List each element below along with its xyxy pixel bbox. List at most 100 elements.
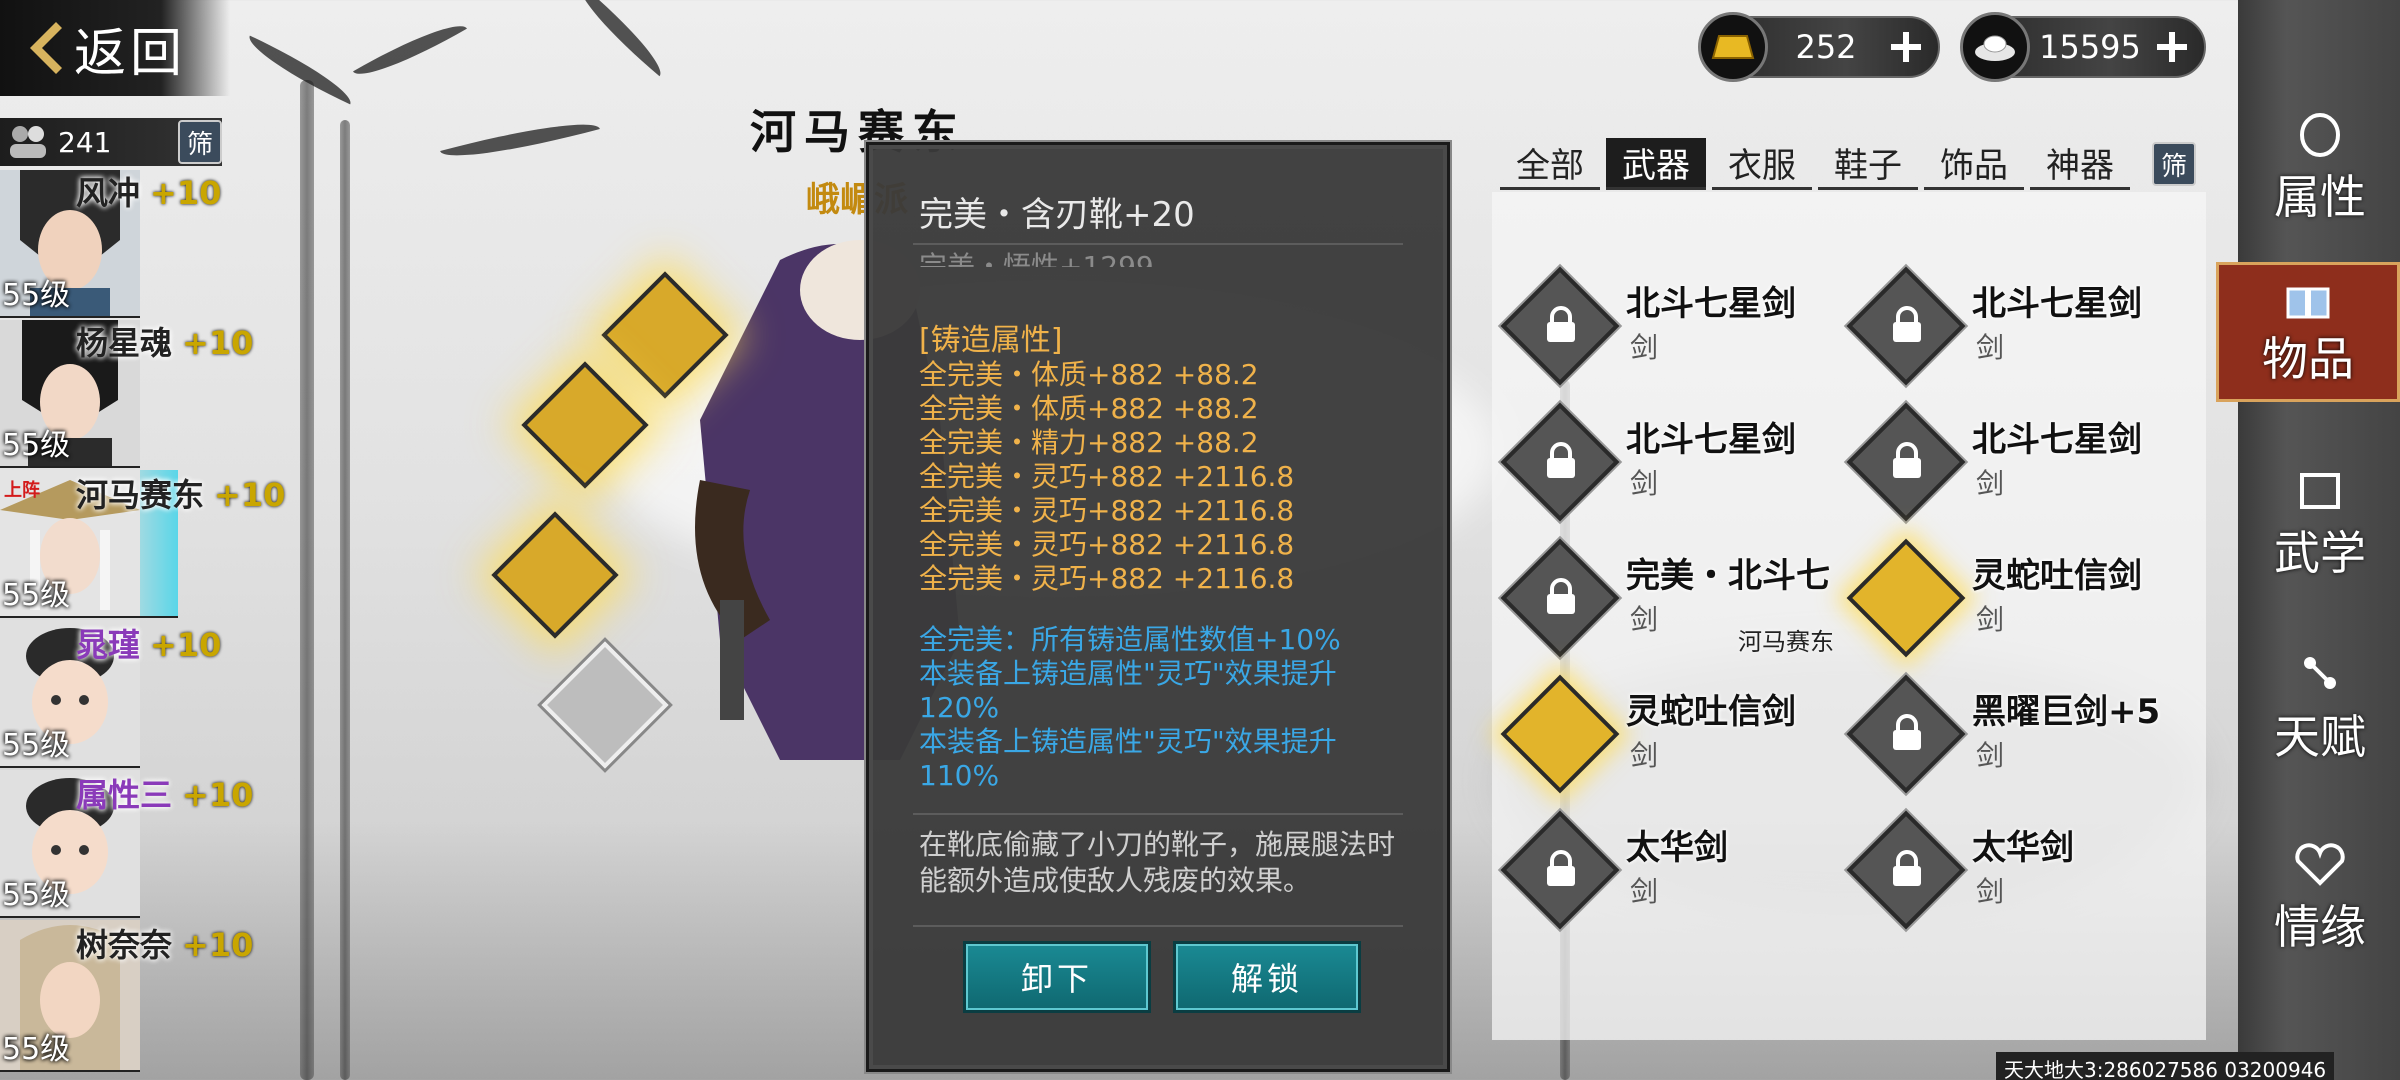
menu-relations[interactable]: 情缘 xyxy=(2250,830,2390,970)
menu-attributes[interactable]: 属性 xyxy=(2250,100,2390,240)
item-name: 灵蛇吐信剑 xyxy=(1972,556,2142,596)
unequip-button[interactable]: 卸下 xyxy=(963,941,1151,1013)
item-type: 剑 xyxy=(1630,875,1659,908)
hero-name-0: 风冲 +10 xyxy=(76,174,222,212)
people-icon xyxy=(10,126,46,158)
hero-level: 55级 xyxy=(2,878,71,913)
item-name: 太华剑 xyxy=(1626,828,1728,868)
menu-label: 物品 xyxy=(2262,332,2354,386)
lock-icon xyxy=(1893,306,1921,342)
lock-icon xyxy=(1893,714,1921,750)
item-name: 北斗七星剑 xyxy=(1972,284,2142,324)
item-type: 剑 xyxy=(1630,739,1659,772)
menu-items[interactable]: 物品 xyxy=(2216,262,2400,402)
equipped-by-label: 河马赛东 xyxy=(1738,628,1834,656)
gold-ingot-icon xyxy=(1698,12,1768,82)
plus-icon xyxy=(1891,32,1921,62)
chevron-left-icon xyxy=(30,22,62,74)
bonus-line: 本装备上铸造属性"灵巧"效果提升120% xyxy=(919,657,1337,724)
lock-icon xyxy=(1547,578,1575,614)
roster-filter-button[interactable]: 筛 xyxy=(178,120,222,164)
lock-icon xyxy=(1547,306,1575,342)
item-name: 北斗七星剑 xyxy=(1626,284,1796,324)
inventory-item-equipped[interactable]: 灵蛇吐信剑 剑 xyxy=(1846,536,2186,666)
tab-shoes[interactable]: 鞋子 xyxy=(1818,138,1918,190)
inventory-item[interactable]: 黑曜巨剑+5 剑 xyxy=(1846,672,2186,802)
server-id-label: 天大地大3:286027586 03200946 xyxy=(1996,1052,2335,1080)
unlock-button[interactable]: 解锁 xyxy=(1173,941,1361,1013)
inventory-item[interactable]: 北斗七星剑 剑 xyxy=(1500,400,1840,530)
lock-icon xyxy=(1893,442,1921,478)
gift-box-icon xyxy=(2286,287,2330,319)
lock-icon xyxy=(1547,850,1575,886)
tab-accessories[interactable]: 饰品 xyxy=(1924,138,2024,190)
item-title: 完美・含刃靴+20 xyxy=(919,195,1195,235)
add-gold-button[interactable] xyxy=(1884,25,1928,69)
item-frame xyxy=(1500,674,1620,794)
menu-label: 属性 xyxy=(2274,170,2366,224)
inventory-item[interactable]: 太华剑 剑 xyxy=(1500,808,1840,938)
inventory-item[interactable]: 北斗七星剑 剑 xyxy=(1846,400,2186,530)
tab-clothes[interactable]: 衣服 xyxy=(1712,138,1812,190)
item-type: 剑 xyxy=(1976,467,2005,500)
inventory-item[interactable]: 北斗七星剑 剑 xyxy=(1500,264,1840,394)
roster-count: 241 xyxy=(58,125,112,159)
hero-level: 55级 xyxy=(2,578,71,613)
deployed-tag: 上阵 xyxy=(4,480,40,501)
lock-icon xyxy=(1547,442,1575,478)
item-type: 剑 xyxy=(1630,603,1659,636)
equip-slot-accessory[interactable] xyxy=(541,641,669,769)
item-type: 剑 xyxy=(1976,331,2005,364)
item-name: 完美・北斗七 xyxy=(1626,556,1830,596)
tab-artifacts[interactable]: 神器 xyxy=(2030,138,2130,190)
item-description: 在靴底偷藏了小刀的靴子，施展腿法时能额外造成使敌人残废的效果。 xyxy=(919,828,1396,897)
item-type: 剑 xyxy=(1976,875,2005,908)
item-name: 北斗七星剑 xyxy=(1972,420,2142,460)
back-button[interactable]: 返回 xyxy=(0,0,230,96)
hero-name-4: 属性三 +10 xyxy=(76,776,254,814)
divider xyxy=(913,813,1403,815)
hero-level: 55级 xyxy=(2,1032,71,1067)
item-type: 剑 xyxy=(1630,467,1659,500)
lock-icon xyxy=(1893,850,1921,886)
item-tooltip: 完美・含刃靴+20 完美・悟性+1299 [铸造属性] 全完美・体质+882 +… xyxy=(866,142,1450,1072)
inventory-filter-button[interactable]: 筛 xyxy=(2152,142,2196,186)
item-name: 黑曜巨剑+5 xyxy=(1972,692,2161,732)
item-name: 太华剑 xyxy=(1972,828,2074,868)
tab-all[interactable]: 全部 xyxy=(1500,138,1600,190)
item-frame xyxy=(1846,538,1966,658)
inventory-item[interactable]: 太华剑 剑 xyxy=(1846,808,2186,938)
menu-talents[interactable]: 天赋 xyxy=(2250,640,2390,780)
item-name: 灵蛇吐信剑 xyxy=(1626,692,1796,732)
hero-name-2: 河马赛东 +10 xyxy=(76,476,286,514)
menu-label: 武学 xyxy=(2274,526,2366,580)
item-cut-line: 完美・悟性+1299 xyxy=(919,250,1154,267)
silver-ingot-icon xyxy=(1960,12,2030,82)
hero-level: 55级 xyxy=(2,728,71,763)
item-type: 剑 xyxy=(1630,331,1659,364)
forge-stat: 全完美・灵巧+882 +2116.8 xyxy=(919,562,1295,595)
bonus-line: 全完美：所有铸造属性数值+10% xyxy=(919,623,1341,656)
add-silver-button[interactable] xyxy=(2150,25,2194,69)
silver-value: 15595 xyxy=(2039,28,2141,66)
item-name: 北斗七星剑 xyxy=(1626,420,1796,460)
divider xyxy=(913,925,1403,927)
silver-currency: 15595 xyxy=(1960,12,2206,82)
back-label: 返回 xyxy=(74,23,187,84)
talent-tree-icon xyxy=(2304,657,2336,689)
heart-icon xyxy=(2295,843,2345,886)
gold-value: 252 xyxy=(1795,28,1857,66)
menu-martial-arts[interactable]: 武学 xyxy=(2250,456,2390,596)
menu-label: 天赋 xyxy=(2274,710,2366,764)
plus-icon xyxy=(2157,32,2187,62)
hero-name-5: 树奈奈 +10 xyxy=(76,926,254,964)
inventory-item[interactable]: 灵蛇吐信剑 剑 xyxy=(1500,672,1840,802)
item-type: 剑 xyxy=(1976,603,2005,636)
hero-level: 55级 xyxy=(2,428,71,463)
equip-slot-boots[interactable] xyxy=(491,511,619,639)
face-icon xyxy=(2300,113,2340,157)
tab-weapons[interactable]: 武器 xyxy=(1606,138,1706,190)
inventory-item[interactable]: 北斗七星剑 剑 xyxy=(1846,264,2186,394)
inventory-tabs: 全部 武器 衣服 鞋子 饰品 神器 xyxy=(1500,138,2130,190)
book-icon xyxy=(2300,473,2340,509)
